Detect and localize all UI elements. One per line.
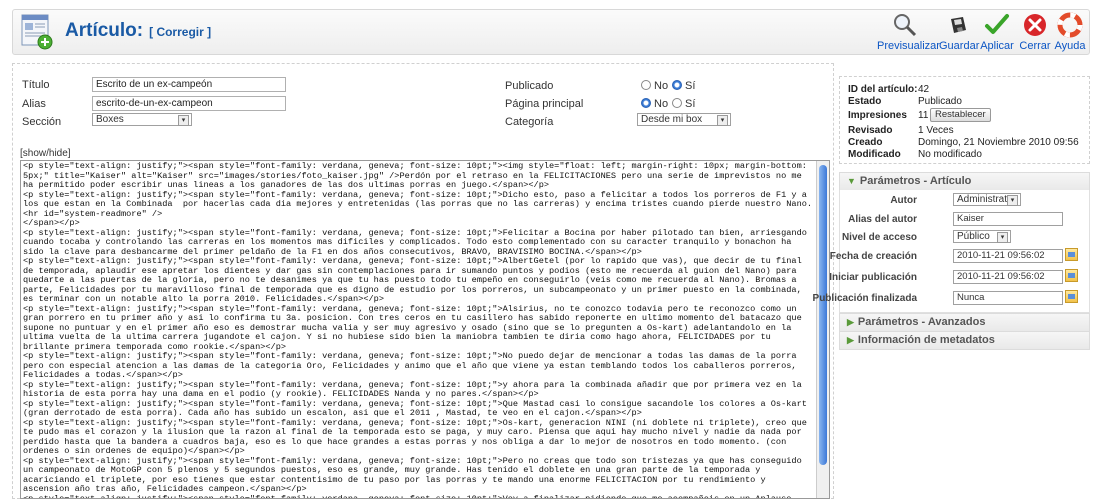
article-info-panel: ID del artículo: 42 Estado Publicado Imp…: [839, 76, 1090, 164]
modified-value: No modificado: [918, 149, 982, 160]
apply-label: Aplicar: [980, 40, 1014, 52]
state-label: Estado: [848, 96, 882, 107]
frontpage-yes-label: Sí: [685, 98, 696, 110]
chevron-down-icon: ▾: [178, 115, 189, 126]
calendar-icon[interactable]: [1065, 290, 1078, 303]
preview-icon: [894, 14, 917, 37]
expanded-triangle-icon: ▼: [847, 176, 856, 186]
help-button[interactable]: Ayuda: [1053, 12, 1087, 52]
reset-hits-button[interactable]: Restablecer: [930, 108, 991, 122]
section-label: Sección: [22, 116, 62, 128]
close-button[interactable]: Cerrar: [1017, 12, 1053, 52]
chevron-down-icon: ▾: [1007, 195, 1018, 206]
frontpage-no-label: No: [654, 98, 669, 110]
state-value: Publicado: [918, 96, 962, 107]
hits-value: 11: [918, 110, 929, 121]
editor-textarea[interactable]: <p style="text-align: justify;"><span st…: [23, 161, 813, 498]
revised-label: Revisado: [848, 125, 893, 136]
article-params-title: Parámetros - Artículo: [859, 175, 972, 187]
publish-up-input[interactable]: 2010-11-21 09:56:02: [953, 270, 1063, 284]
frontpage-yes-radio[interactable]: [672, 98, 682, 108]
collapsed-triangle-icon: ▶: [847, 335, 854, 345]
publish-down-input[interactable]: Nunca: [953, 291, 1063, 305]
section-select-value: Boxes: [96, 114, 124, 125]
alias-input[interactable]: [92, 96, 286, 111]
apply-icon: [985, 14, 1009, 34]
article-add-icon: [21, 14, 53, 50]
title-label: Título: [22, 79, 50, 91]
frontpage-label: Página principal: [505, 98, 584, 110]
published-label: Publicado: [505, 80, 554, 92]
save-label: Guardar: [939, 40, 980, 52]
created-value: Domingo, 21 Noviembre 2010 09:56: [918, 137, 1079, 148]
published-yes-radio[interactable]: [672, 80, 682, 90]
metadata-title: Información de metadatos: [857, 334, 995, 346]
creation-date-label: Fecha de creación: [829, 251, 917, 262]
category-select-value: Desde mi box: [641, 114, 703, 125]
toolbar-header: Artículo: [ Corregir ] Previsualizar Guar…: [12, 9, 1090, 55]
creation-date-input[interactable]: 2010-11-21 09:56:02: [953, 249, 1063, 263]
access-level-select[interactable]: Público ▾: [953, 230, 1011, 243]
preview-label: Previsualizar: [877, 40, 940, 52]
editor-scrollbar-thumb[interactable]: [819, 165, 827, 465]
article-params-body: Autor Administrator ▾ Alias del autor Ka…: [813, 190, 1090, 313]
content-editor[interactable]: <p style="text-align: justify;"><span st…: [20, 160, 830, 499]
page-title-text: Artículo:: [65, 20, 144, 41]
title-input[interactable]: [92, 77, 286, 92]
collapsed-triangle-icon: ▶: [847, 317, 854, 327]
chevron-down-icon: ▾: [997, 232, 1008, 243]
page-title: Artículo: [ Corregir ]: [65, 20, 211, 42]
alias-label: Alias: [22, 98, 46, 110]
close-label: Cerrar: [1019, 40, 1051, 52]
publish-down-label: Publicación finalizada: [812, 293, 917, 304]
save-button[interactable]: Guardar: [939, 12, 980, 52]
help-label: Ayuda: [1054, 40, 1086, 52]
author-alias-input[interactable]: Kaiser: [953, 212, 1063, 226]
calendar-icon[interactable]: [1065, 248, 1078, 261]
editor-toggle-link[interactable]: [show/hide]: [20, 148, 71, 159]
editor-scrollbar[interactable]: [816, 161, 829, 498]
published-yes-label: Sí: [685, 80, 696, 92]
save-icon: [951, 17, 966, 33]
hits-label: Impresiones: [848, 110, 907, 121]
help-icon: [1057, 12, 1083, 38]
close-icon: [1024, 14, 1046, 36]
frontpage-no-radio[interactable]: [641, 98, 651, 108]
calendar-icon[interactable]: [1065, 269, 1078, 282]
advanced-params-header[interactable]: ▶ Parámetros - Avanzados: [839, 313, 1090, 332]
author-select[interactable]: Administrator ▾: [953, 193, 1021, 206]
section-select[interactable]: Boxes ▾: [92, 113, 192, 126]
article-id-label: ID del artículo:: [848, 84, 918, 95]
category-select[interactable]: Desde mi box ▾: [637, 113, 731, 126]
published-no-label: No: [654, 80, 669, 92]
article-params-header[interactable]: ▼ Parámetros - Artículo: [839, 172, 1090, 191]
access-level-value: Público: [957, 231, 990, 242]
chevron-down-icon: ▾: [717, 115, 728, 126]
created-label: Creado: [848, 137, 883, 148]
metadata-header[interactable]: ▶ Información de metadatos: [839, 331, 1090, 350]
apply-button[interactable]: Aplicar: [979, 12, 1015, 52]
advanced-params-title: Parámetros - Avanzados: [857, 316, 986, 328]
article-id-value: 42: [918, 84, 930, 95]
author-label: Autor: [890, 195, 917, 206]
publish-up-label: Iniciar publicación: [829, 272, 917, 283]
author-alias-label: Alias del autor: [848, 214, 917, 225]
access-level-label: Nivel de acceso: [841, 232, 917, 243]
preview-button[interactable]: Previsualizar: [877, 12, 940, 52]
published-no-radio[interactable]: [641, 80, 651, 90]
revised-value: 1 Veces: [918, 125, 954, 136]
category-label: Categoría: [505, 116, 554, 128]
modified-label: Modificado: [848, 149, 901, 160]
page-subtitle: [ Corregir ]: [149, 25, 212, 39]
